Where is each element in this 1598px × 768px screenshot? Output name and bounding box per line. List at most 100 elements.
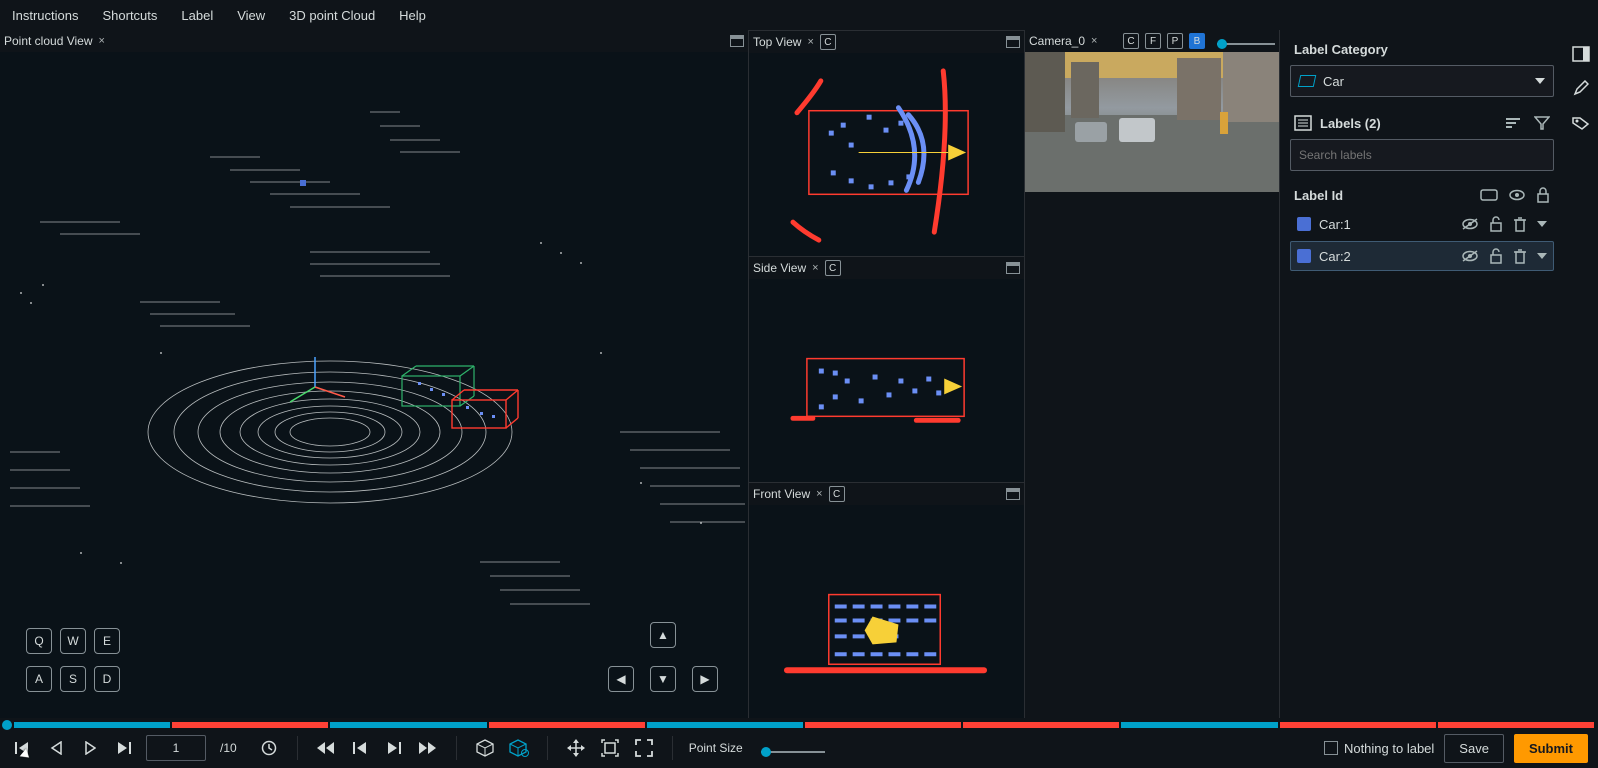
panel-toggle-icon[interactable] [1571, 44, 1591, 64]
eye-off-icon[interactable] [1461, 217, 1479, 231]
camera-tab-label[interactable]: Camera_0 [1029, 34, 1085, 48]
key-row-qwe: Q W E [26, 628, 120, 654]
fullscreen-icon[interactable] [632, 736, 656, 760]
pedestrian-shape [1220, 112, 1228, 134]
label-table-header: Label Id [1294, 187, 1550, 203]
checkbox-icon [1324, 741, 1338, 755]
point-cloud-view[interactable]: Q W E A S D ▲ ◀ ▼ ▶ [0, 52, 748, 718]
eye-off-icon[interactable] [1461, 249, 1479, 263]
close-icon[interactable]: × [812, 262, 818, 274]
rewind-fast-icon[interactable] [314, 736, 338, 760]
keycap-c[interactable]: C [825, 260, 841, 276]
play-icon[interactable] [78, 736, 102, 760]
point-cloud-tab-label[interactable]: Point cloud View [4, 34, 93, 48]
eye-header-icon[interactable] [1508, 188, 1526, 202]
move-icon[interactable] [564, 736, 588, 760]
menu-view[interactable]: View [237, 8, 265, 23]
key-a[interactable]: A [26, 666, 52, 692]
arrow-left-button[interactable]: ◀ [608, 666, 634, 692]
frame-total: /10 [220, 741, 237, 755]
category-select[interactable]: Car [1290, 65, 1554, 97]
label-row-car-1[interactable]: Car:1 [1290, 209, 1554, 239]
chevron-down-icon[interactable] [1537, 253, 1547, 259]
point-size-label: Point Size [689, 741, 743, 755]
lock-open-icon[interactable] [1489, 216, 1503, 232]
menu-instructions[interactable]: Instructions [12, 8, 78, 23]
keycap-c[interactable]: C [1123, 33, 1139, 49]
cube-icon[interactable] [473, 736, 497, 760]
history-icon[interactable] [257, 736, 281, 760]
frame-number-input[interactable] [146, 735, 206, 761]
chevron-down-icon [1535, 78, 1545, 84]
keycap-c[interactable]: C [820, 34, 836, 50]
fit-screen-icon[interactable] [598, 736, 622, 760]
camera-image[interactable] [1025, 52, 1279, 192]
nothing-to-label-text: Nothing to label [1344, 741, 1434, 756]
maximize-icon[interactable] [1006, 262, 1020, 274]
maximize-icon[interactable] [1006, 488, 1020, 500]
menu-3d-point-cloud[interactable]: 3D point Cloud [289, 8, 375, 23]
step-back-icon[interactable] [348, 736, 372, 760]
filter-icon[interactable] [1534, 115, 1550, 131]
label-row-car-2[interactable]: Car:2 [1290, 241, 1554, 271]
next-frame-icon[interactable] [112, 736, 136, 760]
key-w[interactable]: W [60, 628, 86, 654]
nothing-to-label-checkbox[interactable]: Nothing to label [1324, 741, 1434, 756]
arrow-down-button[interactable]: ▼ [650, 666, 676, 692]
arrow-right-button[interactable]: ▶ [692, 666, 718, 692]
search-labels-input[interactable] [1290, 139, 1554, 171]
far-right-tools [1564, 30, 1598, 718]
menu-label[interactable]: Label [181, 8, 213, 23]
top-view-label[interactable]: Top View [753, 35, 801, 49]
key-e[interactable]: E [94, 628, 120, 654]
submit-button[interactable]: Submit [1514, 734, 1588, 763]
arrow-up-button[interactable]: ▲ [650, 622, 676, 648]
sort-icon[interactable] [1504, 116, 1522, 130]
trash-icon[interactable] [1513, 248, 1527, 264]
camera-opacity-slider[interactable] [1217, 34, 1275, 48]
list-box-icon [1294, 115, 1312, 131]
labels-count: Labels (2) [1320, 116, 1381, 131]
camera-tab: Camera_0 × C F P B [1025, 30, 1279, 52]
keycap-c[interactable]: C [829, 486, 845, 502]
menu-help[interactable]: Help [399, 8, 426, 23]
edit-icon[interactable] [1571, 78, 1591, 98]
key-s[interactable]: S [60, 666, 86, 692]
chevron-down-icon[interactable] [1537, 221, 1547, 227]
keycap-f[interactable]: F [1145, 33, 1161, 49]
timeline[interactable] [0, 722, 1598, 728]
lock-header-icon[interactable] [1536, 187, 1550, 203]
close-icon[interactable]: × [99, 35, 105, 47]
category-select-value: Car [1323, 74, 1344, 89]
save-button[interactable]: Save [1444, 734, 1504, 763]
trash-icon[interactable] [1513, 216, 1527, 232]
side-view-label[interactable]: Side View [753, 261, 806, 275]
point-size-slider[interactable] [761, 741, 825, 756]
forward-fast-icon[interactable] [416, 736, 440, 760]
label-category-title: Label Category [1294, 42, 1554, 57]
lock-open-icon[interactable] [1489, 248, 1503, 264]
step-forward-icon[interactable] [382, 736, 406, 760]
keycap-p[interactable]: P [1167, 33, 1183, 49]
front-view-label[interactable]: Front View [753, 487, 810, 501]
top-view-canvas[interactable] [749, 53, 1024, 256]
prev-frame-icon[interactable] [44, 736, 68, 760]
bbox-header-icon[interactable] [1480, 188, 1498, 202]
tag-icon[interactable] [1571, 112, 1591, 132]
label-row-name: Car:2 [1319, 249, 1351, 264]
front-view-canvas[interactable] [749, 505, 1024, 718]
close-icon[interactable]: × [807, 36, 813, 48]
keycap-b[interactable]: B [1189, 33, 1205, 49]
key-d[interactable]: D [94, 666, 120, 692]
cube-add-icon[interactable] [507, 736, 531, 760]
key-q[interactable]: Q [26, 628, 52, 654]
footer-toolbar: /10 Point Size Nothing to label Save Sub… [0, 728, 1598, 768]
close-icon[interactable]: × [816, 488, 822, 500]
point-cloud-canvas[interactable] [0, 52, 748, 712]
menu-shortcuts[interactable]: Shortcuts [102, 8, 157, 23]
close-icon[interactable]: × [1091, 35, 1097, 47]
maximize-icon[interactable] [1006, 36, 1020, 48]
side-view-canvas[interactable] [749, 279, 1024, 482]
point-cloud-column: Point cloud View × [0, 30, 748, 718]
maximize-icon[interactable] [730, 35, 744, 47]
